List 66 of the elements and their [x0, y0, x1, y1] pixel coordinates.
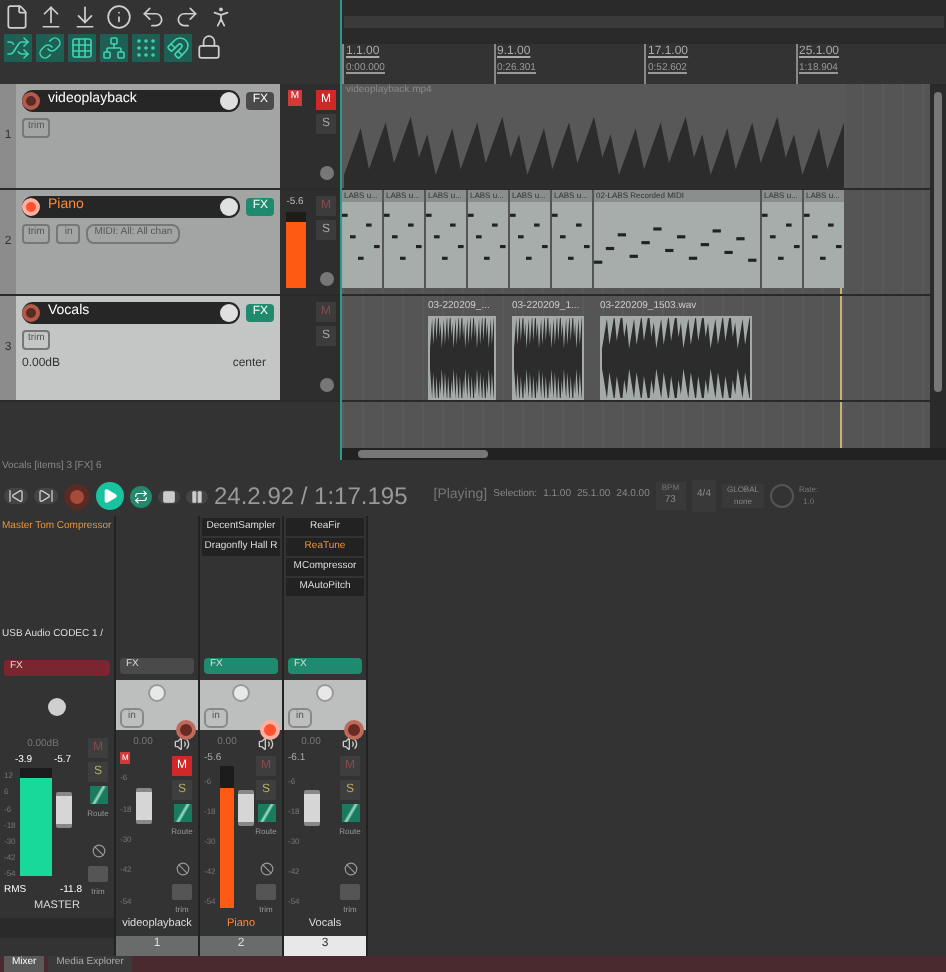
midi-notes	[426, 213, 464, 260]
record-arm-button[interactable]	[22, 198, 40, 216]
pause-icon	[190, 489, 204, 503]
dots-grid-icon[interactable]	[134, 36, 158, 60]
play-icon	[102, 488, 118, 504]
record-arm-button[interactable]	[260, 720, 280, 741]
phase-icon[interactable]	[319, 378, 333, 392]
route-icon[interactable]	[257, 804, 275, 823]
go-end-button[interactable]	[34, 488, 58, 504]
fader-handle[interactable]	[303, 790, 320, 827]
phase-icon[interactable]	[175, 862, 189, 877]
nodes-icon[interactable]	[102, 36, 126, 60]
undo-icon[interactable]	[140, 4, 166, 30]
info-icon[interactable]	[106, 4, 132, 30]
pan-knob[interactable]	[48, 698, 66, 716]
midi-notes	[552, 213, 590, 260]
link-icon[interactable]	[38, 36, 62, 60]
record-arm-button[interactable]	[22, 92, 40, 110]
file-icon[interactable]	[4, 4, 30, 30]
download-icon[interactable]	[72, 4, 98, 30]
midi-notes	[510, 213, 548, 260]
skip-back-icon	[8, 488, 24, 504]
midi-notes	[804, 213, 842, 260]
repeat-button[interactable]	[130, 485, 152, 507]
fader-handle[interactable]	[55, 792, 72, 828]
volume-knob[interactable]	[220, 304, 239, 322]
shuffle-icon[interactable]	[6, 36, 30, 60]
grid-icon[interactable]	[70, 36, 94, 60]
phase-icon[interactable]	[319, 272, 333, 286]
record-arm-button[interactable]	[344, 720, 364, 741]
position-readout: 24.2.92 / 1:17.195	[214, 480, 408, 514]
stop-button[interactable]	[158, 489, 180, 503]
pause-button[interactable]	[186, 489, 208, 503]
audio-item[interactable]	[428, 315, 496, 400]
horizontal-scrollbar[interactable]	[342, 448, 946, 460]
go-start-button[interactable]	[4, 488, 28, 504]
record-arm-button[interactable]	[176, 720, 196, 741]
phase-icon[interactable]	[319, 166, 333, 180]
vertical-scrollbar[interactable]	[930, 84, 946, 448]
midi-notes	[468, 213, 506, 260]
speaker-icon[interactable]	[342, 736, 358, 753]
upload-icon[interactable]	[38, 4, 64, 30]
magnet-icon[interactable]	[166, 36, 190, 60]
speaker-icon[interactable]	[174, 736, 190, 753]
fader-handle[interactable]	[237, 790, 254, 827]
route-icon[interactable]	[89, 786, 107, 804]
redo-icon[interactable]	[174, 4, 200, 30]
fader-handle[interactable]	[135, 787, 152, 824]
route-icon[interactable]	[173, 804, 191, 823]
play-button[interactable]	[96, 482, 124, 510]
audio-item[interactable]	[512, 315, 584, 400]
skip-forward-icon	[38, 488, 54, 504]
speaker-icon[interactable]	[258, 736, 274, 753]
phase-icon[interactable]	[343, 862, 357, 877]
record-arm-button[interactable]	[22, 304, 40, 322]
midi-notes	[384, 213, 422, 260]
volume-knob[interactable]	[220, 92, 239, 110]
phase-icon[interactable]	[91, 844, 105, 858]
midi-notes	[762, 213, 800, 260]
volume-knob[interactable]	[220, 198, 239, 216]
repeat-icon	[134, 489, 148, 503]
stop-icon	[162, 489, 176, 503]
phase-icon[interactable]	[259, 862, 273, 877]
figure-icon[interactable]	[208, 4, 234, 30]
route-icon[interactable]	[341, 804, 359, 823]
lock-icon[interactable]	[196, 34, 222, 60]
